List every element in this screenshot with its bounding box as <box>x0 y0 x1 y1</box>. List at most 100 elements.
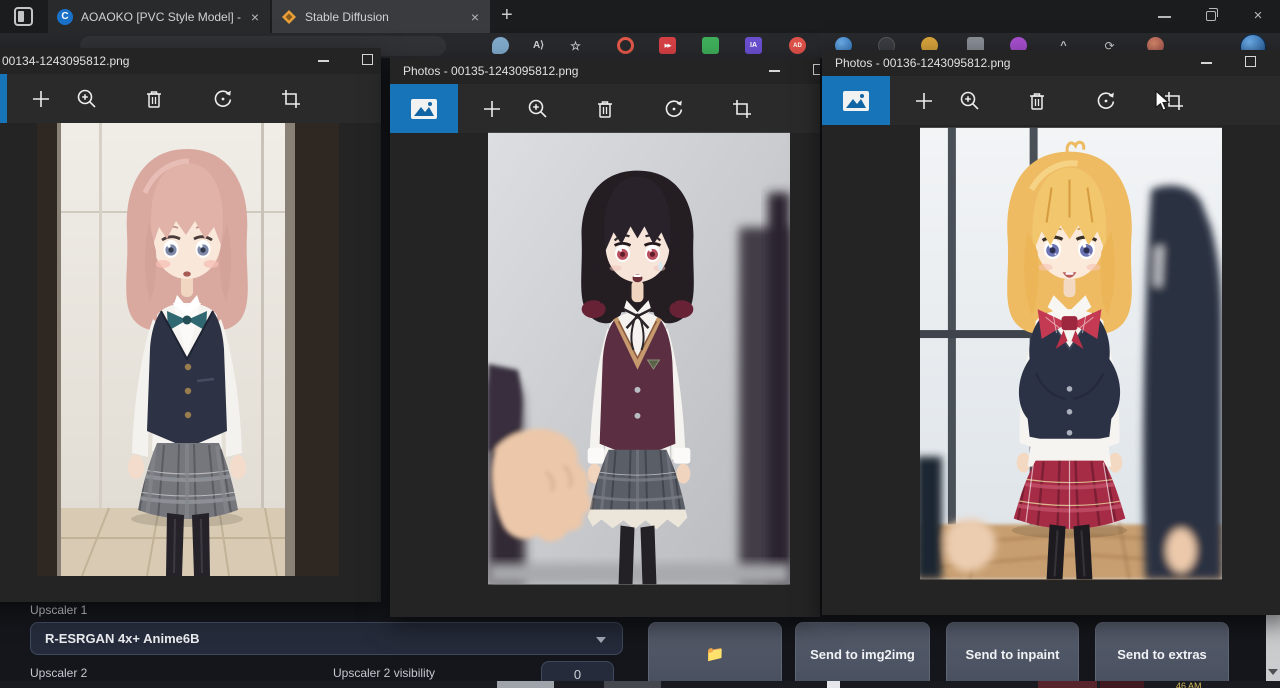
open-folder-button[interactable]: 📁 <box>648 622 782 688</box>
maximize-button[interactable] <box>810 58 820 82</box>
crop-icon <box>731 98 753 120</box>
anime-girl-blonde-hair-illustration <box>920 127 1222 580</box>
send-to-extras-button[interactable]: Send to extras <box>1095 622 1229 688</box>
rotate-icon <box>663 98 685 120</box>
minimize-button[interactable] <box>766 58 784 82</box>
tab-overview-icon <box>18 11 24 22</box>
browser-tab-stable-diffusion[interactable]: Stable Diffusion × <box>272 0 490 33</box>
window-title: Photos - 00136-1243095812.png <box>835 56 1010 70</box>
add-icon <box>913 90 935 112</box>
photo-00136-image[interactable] <box>920 127 1222 580</box>
browser-tab-civitai[interactable]: C AOAOKO [PVC Style Model] - PV × <box>48 0 270 33</box>
add-button[interactable] <box>19 74 63 123</box>
extension-icon[interactable] <box>617 37 634 54</box>
tab-close-icon[interactable]: × <box>249 10 261 24</box>
tab-overview-button[interactable] <box>14 7 33 26</box>
minimize-button[interactable] <box>315 48 333 72</box>
extension-icon[interactable] <box>702 37 719 54</box>
maximize-icon <box>813 64 820 75</box>
delete-button[interactable] <box>132 74 176 123</box>
zoom-icon <box>527 98 549 120</box>
taskbar-item[interactable] <box>1038 681 1097 688</box>
crop-button[interactable] <box>269 74 313 123</box>
image-view-button[interactable] <box>390 84 458 133</box>
taskbar[interactable]: 46 AM <box>0 681 1280 688</box>
taskbar-item[interactable] <box>604 681 661 688</box>
zoom-button[interactable] <box>65 74 109 123</box>
rotate-button[interactable] <box>652 84 696 133</box>
delete-icon <box>1026 90 1048 112</box>
photos-window-00136[interactable]: Photos - 00136-1243095812.png <box>822 50 1280 615</box>
stable-diffusion-favicon-icon <box>281 9 297 25</box>
upscaler2-label: Upscaler 2 <box>30 666 87 680</box>
window-restore-button[interactable] <box>1195 0 1229 33</box>
image-view-button[interactable] <box>822 76 890 125</box>
photo-00135-image[interactable] <box>488 132 790 585</box>
minimize-icon <box>318 60 329 62</box>
taskbar-item[interactable] <box>1100 681 1144 688</box>
photo-00134-image[interactable] <box>37 123 339 576</box>
upscaler2-visibility-label: Upscaler 2 visibility <box>333 666 435 680</box>
zoom-button[interactable] <box>516 84 560 133</box>
taskbar-item[interactable] <box>497 681 554 688</box>
photos-toolbar <box>822 76 1280 125</box>
extension-icon[interactable]: ▶▶ <box>659 37 676 54</box>
rotate-icon <box>212 88 234 110</box>
minimize-button[interactable] <box>1198 50 1216 74</box>
tab-label: Stable Diffusion <box>305 10 461 24</box>
maximize-icon <box>1245 56 1256 67</box>
maximize-button[interactable] <box>1242 50 1260 74</box>
zoom-button[interactable] <box>948 76 992 125</box>
new-tab-button[interactable]: + <box>501 4 513 27</box>
image-view-icon <box>843 91 869 111</box>
cursor-arrow-icon <box>1155 90 1171 112</box>
rotate-button[interactable] <box>201 74 245 123</box>
minimize-icon <box>769 70 780 72</box>
window-title: 00134-1243095812.png <box>2 54 129 68</box>
upscaler1-label: Upscaler 1 <box>30 603 87 617</box>
taskbar-clock[interactable]: 46 AM <box>1176 681 1202 688</box>
photos-toolbar <box>0 74 381 123</box>
dropdown-caret-icon <box>596 637 606 643</box>
photos-window-00135[interactable]: Photos - 00135-1243095812.png <box>390 58 820 617</box>
maximize-icon <box>362 54 373 65</box>
photos-toolbar <box>390 84 820 133</box>
anime-girl-pink-hair-illustration <box>37 123 339 576</box>
send-to-inpaint-button[interactable]: Send to inpaint <box>946 622 1079 688</box>
scrollbar-down-icon[interactable] <box>1268 669 1278 675</box>
add-button[interactable] <box>902 76 946 125</box>
image-view-button[interactable] <box>0 74 7 123</box>
delete-icon <box>594 98 616 120</box>
upscaler1-dropdown[interactable]: R-ESRGAN 4x+ Anime6B <box>30 622 623 655</box>
extension-icon[interactable]: AD <box>789 37 806 54</box>
delete-button[interactable] <box>583 84 627 133</box>
add-button[interactable] <box>470 84 514 133</box>
mouse-cursor <box>1155 90 1171 117</box>
delete-icon <box>143 88 165 110</box>
extension-icon[interactable]: A⟩ <box>530 37 547 54</box>
extension-icon[interactable]: ☆ <box>567 37 584 54</box>
window-minimize-button[interactable] <box>1148 0 1182 33</box>
add-icon <box>481 98 503 120</box>
crop-button[interactable] <box>720 84 764 133</box>
extension-icon[interactable]: IA <box>745 37 762 54</box>
delete-button[interactable] <box>1015 76 1059 125</box>
extension-icon[interactable] <box>492 37 509 54</box>
maximize-button[interactable] <box>359 48 377 72</box>
page-scrollbar[interactable] <box>1266 610 1280 681</box>
taskbar-item[interactable] <box>827 681 840 688</box>
window-close-button[interactable]: × <box>1241 0 1275 33</box>
zoom-icon <box>959 90 981 112</box>
rotate-button[interactable] <box>1084 76 1128 125</box>
zoom-icon <box>76 88 98 110</box>
civitai-favicon-icon: C <box>57 9 73 25</box>
window-title: Photos - 00135-1243095812.png <box>403 64 578 78</box>
add-icon <box>30 88 52 110</box>
photos-window-00134[interactable]: 00134-1243095812.png <box>0 48 381 602</box>
image-view-icon <box>411 99 437 119</box>
screen: C AOAOKO [PVC Style Model] - PV × Stable… <box>0 0 1280 688</box>
upscaler1-value: R-ESRGAN 4x+ Anime6B <box>45 631 199 646</box>
send-to-img2img-button[interactable]: Send to img2img <box>795 622 930 688</box>
anime-girl-black-hair-illustration <box>488 132 790 585</box>
tab-close-icon[interactable]: × <box>469 10 481 24</box>
